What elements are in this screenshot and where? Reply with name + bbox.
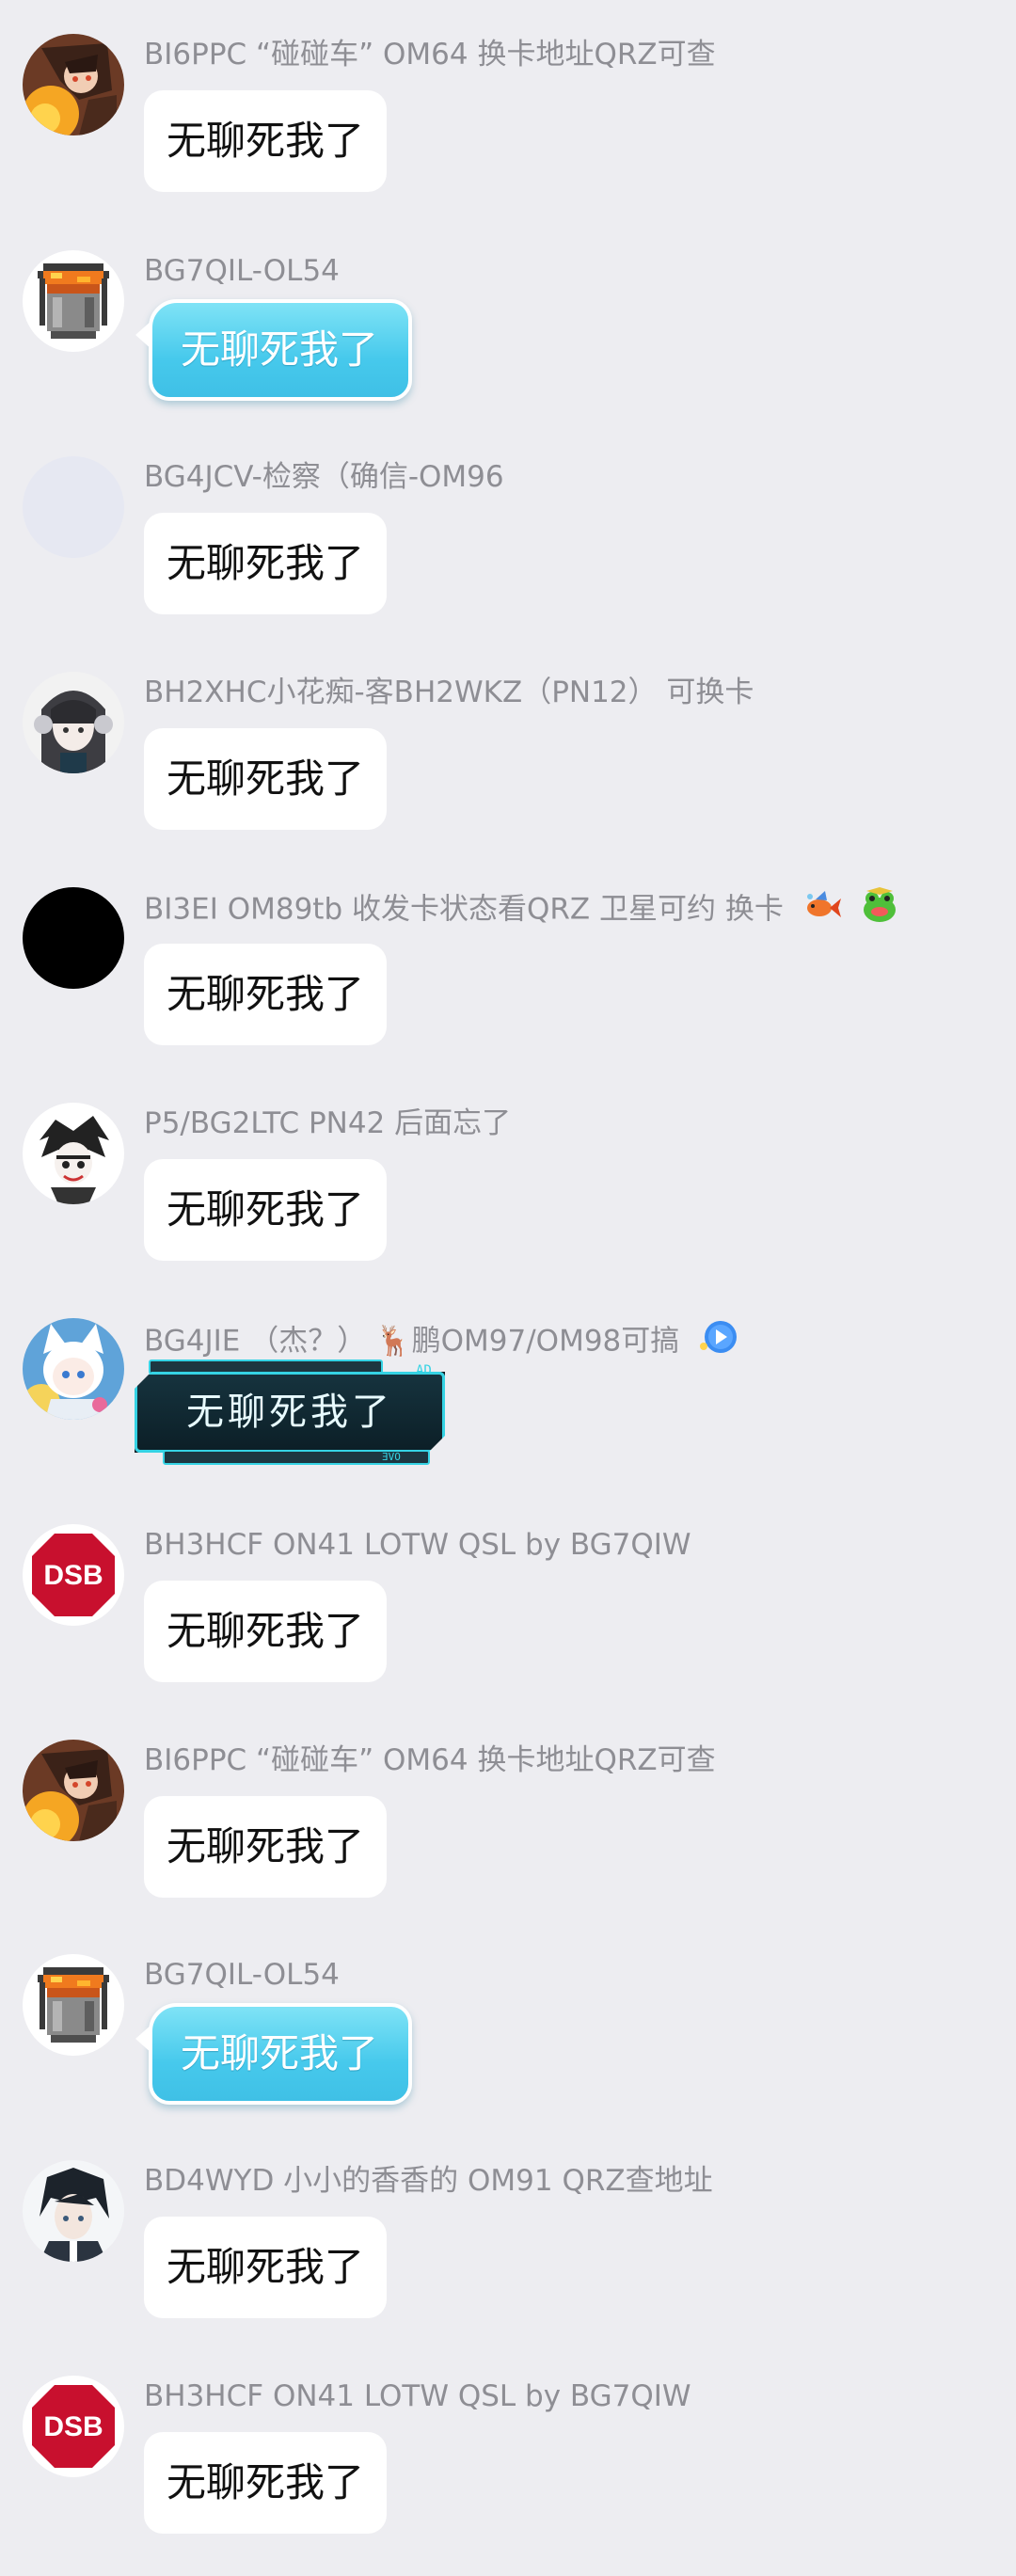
message-bubble[interactable]: 无聊死我了 <box>144 728 388 830</box>
avatar-pixel-lava-bucket[interactable] <box>23 1954 124 2056</box>
avatar-anime-girl-headphones[interactable] <box>23 672 124 773</box>
avatar-anime-fire[interactable] <box>23 1740 124 1841</box>
sender-name[interactable]: BH3HCF ON41 LOTW QSL by BG7QIW <box>144 1524 691 1566</box>
avatar-blank[interactable] <box>23 456 124 558</box>
sender-name: BI3EI OM89tb 收发卡状态看QRZ 卫星可约 换卡 <box>144 887 898 929</box>
avatar-anime-fire[interactable] <box>23 34 124 135</box>
dsb-logo-text: DSB <box>43 1560 103 1591</box>
message-bubble[interactable]: 无聊死我了 <box>144 2432 388 2534</box>
avatar-pixel-lava-bucket[interactable] <box>23 250 124 352</box>
message-bubble[interactable]: 无聊死我了 <box>144 1796 388 1898</box>
avatar-black-circle[interactable] <box>23 887 124 989</box>
frog-badge-icon <box>861 887 898 934</box>
sender-name[interactable]: P5/BG2LTC PN42 后面忘了 <box>144 1103 511 1144</box>
message-bubble[interactable]: 无聊死我了 <box>144 1581 388 1682</box>
message-bubble[interactable]: 无聊死我了 <box>144 2217 388 2318</box>
message-bubble[interactable]: 无聊死我了 <box>135 1372 445 1453</box>
sender-name[interactable]: BH2XHC小花痴-客BH2WKZ（PN12） 可换卡 <box>144 672 754 713</box>
sender-name-text[interactable]: BI3EI OM89tb 收发卡状态看QRZ 卫星可约 换卡 <box>144 893 784 927</box>
sender-name[interactable]: BH3HCF ON41 LOTW QSL by BG7QIW <box>144 2376 691 2417</box>
avatar-white-cat-girl[interactable] <box>23 1318 124 1420</box>
sender-name: BG4JIE （杰？） 🦌鹏OM97/OM98可搞 <box>144 1318 739 1360</box>
sender-name[interactable]: BG4JCV-检察（确信-OM96 <box>144 456 504 498</box>
avatar-dsb-logo[interactable]: DSB <box>23 2376 124 2477</box>
chat-message-list[interactable]: BI6PPC “碰碰车” OM64 换卡地址QRZ可查 无聊死我了 BG7QIL… <box>0 0 1016 2576</box>
message-bubble[interactable]: 无聊死我了 <box>135 2003 413 2105</box>
message-bubble[interactable]: 无聊死我了 <box>144 90 388 192</box>
sender-name-text[interactable]: BG4JIE （杰？） 🦌鹏OM97/OM98可搞 <box>144 1325 679 1359</box>
sender-name[interactable]: BI6PPC “碰碰车” OM64 换卡地址QRZ可查 <box>144 34 716 75</box>
play-badge-icon <box>698 1318 739 1367</box>
message-bubble[interactable]: 无聊死我了 <box>144 944 388 1045</box>
message-bubble[interactable]: 无聊死我了 <box>144 1159 388 1261</box>
sender-name[interactable]: BG7QIL-OL54 <box>144 1954 340 1996</box>
avatar-sketch-character[interactable] <box>23 1103 124 1204</box>
goldfish-badge-icon <box>802 887 842 934</box>
avatar-dsb-logo[interactable]: DSB <box>23 1524 124 1626</box>
dsb-logo-text: DSB <box>43 2411 103 2442</box>
sender-name[interactable]: BI6PPC “碰碰车” OM64 换卡地址QRZ可查 <box>144 1740 716 1781</box>
bubble-ove-mark: OVE <box>382 1451 401 1463</box>
message-bubble[interactable]: 无聊死我了 <box>135 299 413 401</box>
sender-name[interactable]: BD4WYD 小小的香香的 OM91 QRZ查地址 <box>144 2160 713 2202</box>
sender-name[interactable]: BG7QIL-OL54 <box>144 250 340 292</box>
avatar-anime-boy[interactable] <box>23 2160 124 2262</box>
message-bubble[interactable]: 无聊死我了 <box>144 513 388 614</box>
